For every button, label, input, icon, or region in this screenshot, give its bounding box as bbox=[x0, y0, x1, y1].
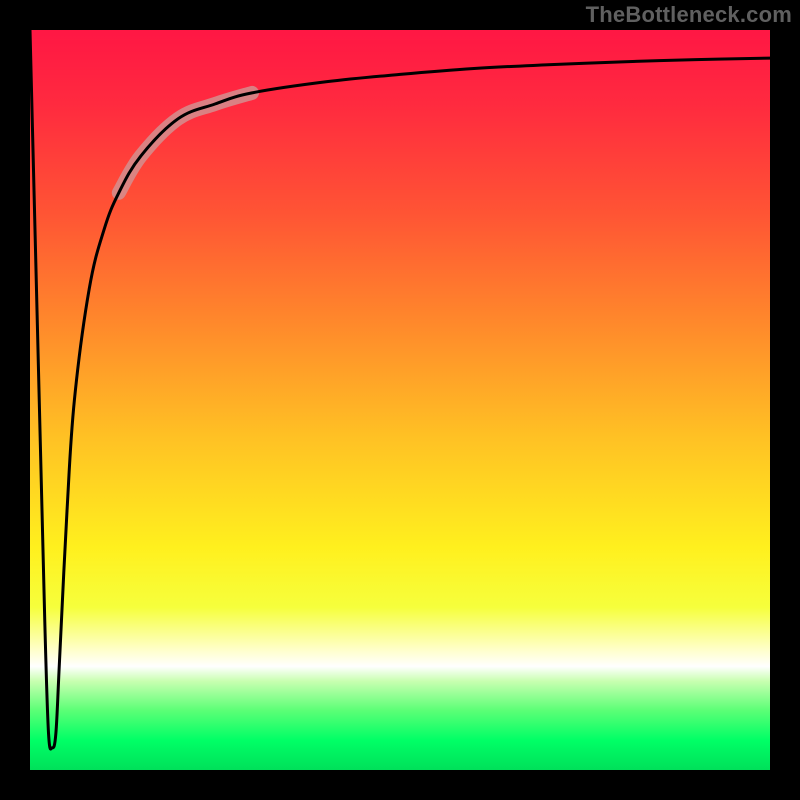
curve-layer bbox=[30, 30, 770, 770]
curve-highlight bbox=[119, 93, 252, 193]
watermark-text: TheBottleneck.com bbox=[586, 2, 792, 28]
plot-area bbox=[30, 30, 770, 770]
curve-main bbox=[30, 30, 770, 749]
chart-stage: TheBottleneck.com bbox=[0, 0, 800, 800]
